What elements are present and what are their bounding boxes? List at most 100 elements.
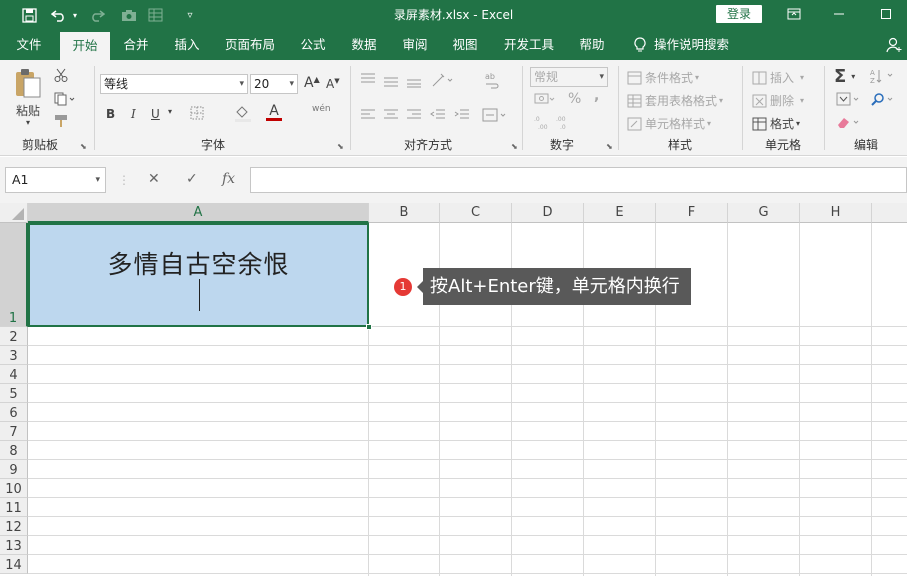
format-as-table-button[interactable]: 套用表格格式 ▾	[627, 92, 723, 109]
row-header-11[interactable]: 11	[0, 498, 28, 517]
formula-bar-resize-icon[interactable]: ⋮	[118, 173, 130, 187]
format-cells-button[interactable]: 格式 ▾	[752, 115, 800, 132]
increase-decimal-icon[interactable]: .0.00	[534, 114, 552, 130]
row-header-8[interactable]: 8	[0, 441, 28, 460]
enter-icon[interactable]: ✓	[186, 171, 198, 187]
save-icon[interactable]	[18, 5, 40, 25]
row-header-5[interactable]: 5	[0, 384, 28, 403]
undo-icon[interactable]	[48, 5, 70, 25]
align-center-icon[interactable]	[383, 108, 399, 122]
delete-cells-button[interactable]: 删除 ▾	[752, 92, 804, 109]
wrap-text-icon[interactable]: ab	[484, 70, 500, 90]
alignment-launcher-icon[interactable]: ⬊	[511, 142, 518, 151]
align-middle-icon[interactable]	[383, 74, 399, 88]
share-user-icon[interactable]	[884, 30, 904, 60]
underline-dropdown-icon[interactable]: ▾	[168, 107, 172, 116]
shrink-font-button[interactable]: A ▼	[326, 77, 340, 92]
orientation-icon[interactable]	[431, 72, 453, 88]
customize-icon[interactable]: ▿	[183, 5, 197, 25]
row-header-6[interactable]: 6	[0, 403, 28, 422]
tab-merge[interactable]: 合并	[114, 30, 158, 60]
clear-icon[interactable]	[836, 115, 862, 129]
paste-icon[interactable]	[12, 68, 48, 98]
column-header-c[interactable]: C	[440, 203, 512, 223]
cancel-icon[interactable]: ✕	[148, 171, 160, 187]
maximize-icon[interactable]	[874, 3, 898, 25]
insert-cells-button[interactable]: 插入 ▾	[752, 69, 804, 86]
undo-dropdown-icon[interactable]: ▾	[70, 5, 80, 25]
currency-icon[interactable]	[534, 92, 556, 106]
column-header-g[interactable]: G	[728, 203, 800, 223]
column-header-b[interactable]: B	[369, 203, 440, 223]
column-header-e[interactable]: E	[584, 203, 656, 223]
row-header-14[interactable]: 14	[0, 555, 28, 574]
tab-file[interactable]: 文件	[6, 30, 52, 60]
row-header-4[interactable]: 4	[0, 365, 28, 384]
font-color-button[interactable]: A	[266, 104, 282, 121]
column-header-partial[interactable]	[872, 203, 907, 223]
number-launcher-icon[interactable]: ⬊	[606, 142, 613, 151]
paste-dropdown-icon[interactable]: ▾	[26, 118, 30, 127]
tab-help[interactable]: 帮助	[570, 30, 614, 60]
bold-button[interactable]: B	[106, 107, 115, 121]
tell-me-search[interactable]: 操作说明搜索	[654, 30, 736, 60]
align-top-icon[interactable]	[360, 72, 376, 86]
align-right-icon[interactable]	[406, 108, 422, 122]
row-header-12[interactable]: 12	[0, 517, 28, 536]
tab-formulas[interactable]: 公式	[292, 30, 334, 60]
decrease-indent-icon[interactable]	[430, 108, 446, 122]
cell-styles-button[interactable]: 单元格样式 ▾	[627, 115, 711, 132]
row-header-9[interactable]: 9	[0, 460, 28, 479]
formula-input[interactable]	[250, 167, 907, 193]
sort-filter-icon[interactable]: AZ	[870, 68, 896, 84]
clipboard-launcher-icon[interactable]: ⬊	[80, 142, 87, 151]
row-header-2[interactable]: 2	[0, 327, 28, 346]
row-header-13[interactable]: 13	[0, 536, 28, 555]
tab-home[interactable]: 开始	[60, 32, 110, 60]
row-header-1[interactable]: 1	[0, 223, 28, 327]
find-select-icon[interactable]	[870, 92, 896, 106]
cell-a1[interactable]: 多情自古空余恨	[28, 223, 369, 327]
select-all-corner[interactable]	[0, 203, 28, 223]
font-launcher-icon[interactable]: ⬊	[337, 142, 344, 151]
phonetic-button[interactable]: wén	[312, 104, 331, 114]
column-header-d[interactable]: D	[512, 203, 584, 223]
percent-button[interactable]: %	[568, 91, 581, 107]
tab-page-layout[interactable]: 页面布局	[218, 30, 282, 60]
align-bottom-icon[interactable]	[406, 74, 422, 88]
column-header-a[interactable]: A	[28, 203, 369, 223]
column-header-h[interactable]: H	[800, 203, 872, 223]
row-header-10[interactable]: 10	[0, 479, 28, 498]
font-size-combo[interactable]: 20 ▾	[250, 74, 298, 94]
ribbon-display-icon[interactable]	[782, 3, 806, 25]
conditional-format-button[interactable]: 条件格式 ▾	[627, 69, 699, 86]
border-icon[interactable]	[190, 106, 204, 120]
tab-view[interactable]: 视图	[444, 30, 486, 60]
number-format-combo[interactable]: 常规 ▾	[530, 67, 608, 87]
tab-data[interactable]: 数据	[343, 30, 385, 60]
merge-center-icon[interactable]	[482, 107, 508, 123]
login-button[interactable]: 登录	[716, 5, 762, 23]
tab-developer[interactable]: 开发工具	[497, 30, 561, 60]
tab-insert[interactable]: 插入	[166, 30, 208, 60]
comma-button[interactable]: ,	[594, 88, 599, 104]
insert-function-icon[interactable]: fx	[222, 171, 235, 187]
paste-button[interactable]: 粘贴	[16, 102, 40, 119]
cut-icon[interactable]	[54, 68, 68, 82]
increase-indent-icon[interactable]	[454, 108, 470, 122]
autosum-icon[interactable]: Σ ▾	[834, 66, 855, 87]
format-painter-icon[interactable]	[54, 114, 70, 128]
tab-review[interactable]: 审阅	[394, 30, 436, 60]
fill-down-icon[interactable]	[836, 92, 862, 106]
underline-button[interactable]: U	[151, 107, 160, 121]
worksheet-grid[interactable]: A B C D E F G H 1 2 3 4 5 6 7 8 9 10 11 …	[0, 203, 907, 576]
name-box[interactable]: A1 ▾	[5, 167, 106, 193]
row-header-3[interactable]: 3	[0, 346, 28, 365]
decrease-decimal-icon[interactable]: .00.0	[556, 114, 574, 130]
fill-color-icon[interactable]	[234, 106, 252, 122]
copy-icon[interactable]	[54, 92, 76, 106]
grow-font-button[interactable]: A ▲	[304, 75, 320, 92]
fill-handle[interactable]	[366, 324, 372, 330]
font-name-combo[interactable]: 等线 ▾	[100, 74, 248, 94]
align-left-icon[interactable]	[360, 108, 376, 122]
